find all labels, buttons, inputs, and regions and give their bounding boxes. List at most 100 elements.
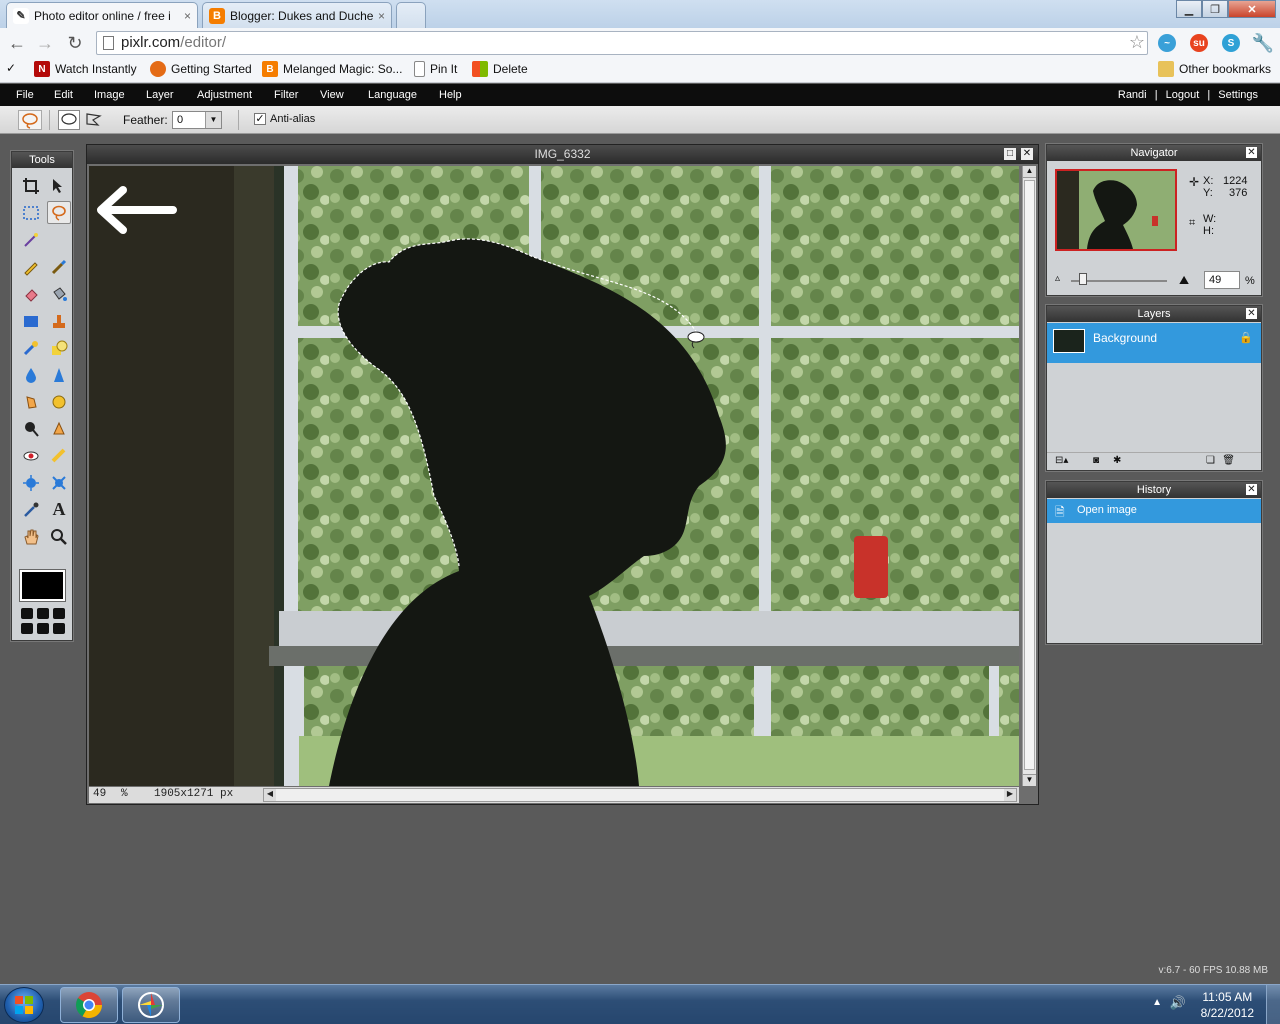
settings-link[interactable]: Settings <box>1218 89 1258 101</box>
tab-close-icon[interactable]: × <box>378 9 385 23</box>
scroll-left-icon[interactable]: ◀ <box>264 789 276 801</box>
navigator-thumbnail[interactable] <box>1055 169 1177 251</box>
tray-expand-icon[interactable]: ▲ <box>1152 997 1162 1008</box>
tab-blogger[interactable]: B Blogger: Dukes and Duche × <box>202 2 392 28</box>
zoom-tool-icon[interactable] <box>47 525 71 548</box>
show-desktop-button[interactable] <box>1266 985 1280 1024</box>
spot-heal-tool-icon[interactable] <box>47 444 71 467</box>
logout-link[interactable]: Logout <box>1166 89 1200 101</box>
bookmark-watch-instantly[interactable]: N Watch Instantly <box>34 61 137 77</box>
user-name-link[interactable]: Randi <box>1118 89 1147 101</box>
close-icon[interactable]: ✕ <box>1021 148 1033 160</box>
menu-filter[interactable]: Filter <box>274 89 298 101</box>
menu-layer[interactable]: Layer <box>146 89 174 101</box>
scroll-down-icon[interactable]: ▼ <box>1023 774 1036 786</box>
bloat-tool-icon[interactable] <box>19 471 43 494</box>
horizontal-scrollbar[interactable]: ◀ ▶ <box>263 788 1017 802</box>
scroll-right-icon[interactable]: ▶ <box>1004 789 1016 801</box>
menu-adjustment[interactable]: Adjustment <box>197 89 252 101</box>
close-icon[interactable]: ✕ <box>1246 308 1257 319</box>
maximize-icon[interactable]: □ <box>1004 148 1016 160</box>
polygon-lasso-icon[interactable] <box>84 110 106 130</box>
picasa-taskbar-button[interactable] <box>122 987 180 1023</box>
scroll-up-icon[interactable]: ▲ <box>1023 166 1036 178</box>
palette-grid-icon[interactable] <box>21 608 65 634</box>
bucket-tool-icon[interactable] <box>47 282 71 305</box>
foreground-color-swatch[interactable] <box>20 570 65 601</box>
menu-edit[interactable]: Edit <box>54 89 73 101</box>
sharpen-tool-icon[interactable] <box>47 363 71 386</box>
bookmark-melanged-magic[interactable]: B Melanged Magic: So... <box>262 61 402 77</box>
history-item[interactable]: 🗎 Open image <box>1047 499 1261 523</box>
pinch-tool-icon[interactable] <box>47 471 71 494</box>
blur-tool-icon[interactable] <box>19 363 43 386</box>
chrome-taskbar-button[interactable] <box>60 987 118 1023</box>
bookmark-star-icon[interactable]: ☆ <box>1129 32 1145 53</box>
menu-help[interactable]: Help <box>439 89 462 101</box>
reload-icon[interactable]: ↻ <box>64 32 86 54</box>
menu-file[interactable]: File <box>16 89 34 101</box>
restore-button[interactable]: ❐ <box>1202 0 1228 18</box>
close-icon[interactable]: ✕ <box>1246 147 1257 158</box>
magic-wand-icon[interactable] <box>19 228 43 251</box>
new-tab-button[interactable] <box>396 2 426 28</box>
close-icon[interactable]: ✕ <box>1246 484 1257 495</box>
tab-photo-editor[interactable]: ✎ Photo editor online / free i × <box>6 2 198 28</box>
freehand-lasso-icon[interactable] <box>58 110 80 130</box>
system-clock[interactable]: 11:05 AM 8/22/2012 <box>1201 989 1254 1021</box>
stumbleupon-icon[interactable]: su <box>1190 34 1208 52</box>
scroll-thumb[interactable] <box>1024 180 1035 770</box>
layer-row[interactable]: Background 🔒 <box>1047 323 1261 363</box>
menu-image[interactable]: Image <box>94 89 125 101</box>
zoom-in-icon[interactable]: ⛰ <box>1179 273 1189 288</box>
antialias-checkbox[interactable]: ✓ <box>254 113 266 125</box>
zoom-slider-handle[interactable] <box>1079 273 1087 285</box>
photo-canvas[interactable] <box>89 166 1019 786</box>
burn-tool-icon[interactable] <box>47 417 71 440</box>
window-close-button[interactable]: ✕ <box>1228 0 1276 18</box>
red-eye-tool-icon[interactable] <box>19 444 43 467</box>
move-tool-icon[interactable] <box>47 174 71 197</box>
gradient-tool-icon[interactable] <box>19 309 43 332</box>
bookmark-delete[interactable]: Delete <box>472 61 528 77</box>
hand-tool-icon[interactable] <box>19 525 43 548</box>
tab-close-icon[interactable]: × <box>184 9 191 23</box>
layer-style-icon[interactable]: ✱ <box>1113 455 1121 466</box>
address-bar[interactable]: pixlr.com/editor/ ☆ <box>96 31 1148 55</box>
other-bookmarks[interactable]: Other bookmarks <box>1158 61 1271 77</box>
stamp-tool-icon[interactable] <box>47 309 71 332</box>
new-layer-icon[interactable]: ❏ <box>1206 455 1215 466</box>
vertical-scrollbar[interactable]: ▲ ▼ <box>1022 166 1036 786</box>
wrench-icon[interactable]: 🔧 <box>1252 32 1274 54</box>
forward-arrow-icon[interactable]: → <box>34 32 56 54</box>
volume-icon[interactable]: 🔊 <box>1170 995 1186 1011</box>
menu-view[interactable]: View <box>320 89 344 101</box>
marquee-tool-icon[interactable] <box>19 201 43 224</box>
zoom-out-icon[interactable]: ▵ <box>1055 273 1069 284</box>
drawing-tool-icon[interactable] <box>47 336 71 359</box>
color-picker-icon[interactable] <box>19 498 43 521</box>
chevron-down-icon[interactable]: ▼ <box>205 112 221 128</box>
crop-tool-icon[interactable] <box>19 174 43 197</box>
eraser-tool-icon[interactable] <box>19 282 43 305</box>
skype-icon[interactable]: S <box>1222 34 1240 52</box>
pencil-tool-icon[interactable] <box>19 255 43 278</box>
bookmark-getting-started[interactable]: Getting Started <box>150 61 252 77</box>
menu-language[interactable]: Language <box>368 89 417 101</box>
minimize-button[interactable]: ▁ <box>1176 0 1202 18</box>
sponge-tool-icon[interactable] <box>47 390 71 413</box>
bookmark-pin-it[interactable]: Pin It <box>414 61 457 77</box>
start-button[interactable] <box>4 987 44 1023</box>
layer-settings-icon[interactable]: ⊟▴ <box>1055 455 1068 466</box>
zoom-value[interactable]: 49 <box>93 788 106 800</box>
lasso-tool-icon[interactable] <box>47 201 71 224</box>
trash-icon[interactable]: 🗑 <box>1222 455 1235 466</box>
replace-color-icon[interactable] <box>19 336 43 359</box>
feather-input[interactable]: 0 ▼ <box>172 111 222 129</box>
back-arrow-icon[interactable]: ← <box>6 32 28 54</box>
layer-mask-icon[interactable]: ◙ <box>1093 455 1099 466</box>
nike-bookmark-icon[interactable]: ✓ <box>6 61 16 75</box>
smudge-tool-icon[interactable] <box>19 390 43 413</box>
dodge-tool-icon[interactable] <box>19 417 43 440</box>
type-tool-icon[interactable]: A <box>47 498 71 521</box>
